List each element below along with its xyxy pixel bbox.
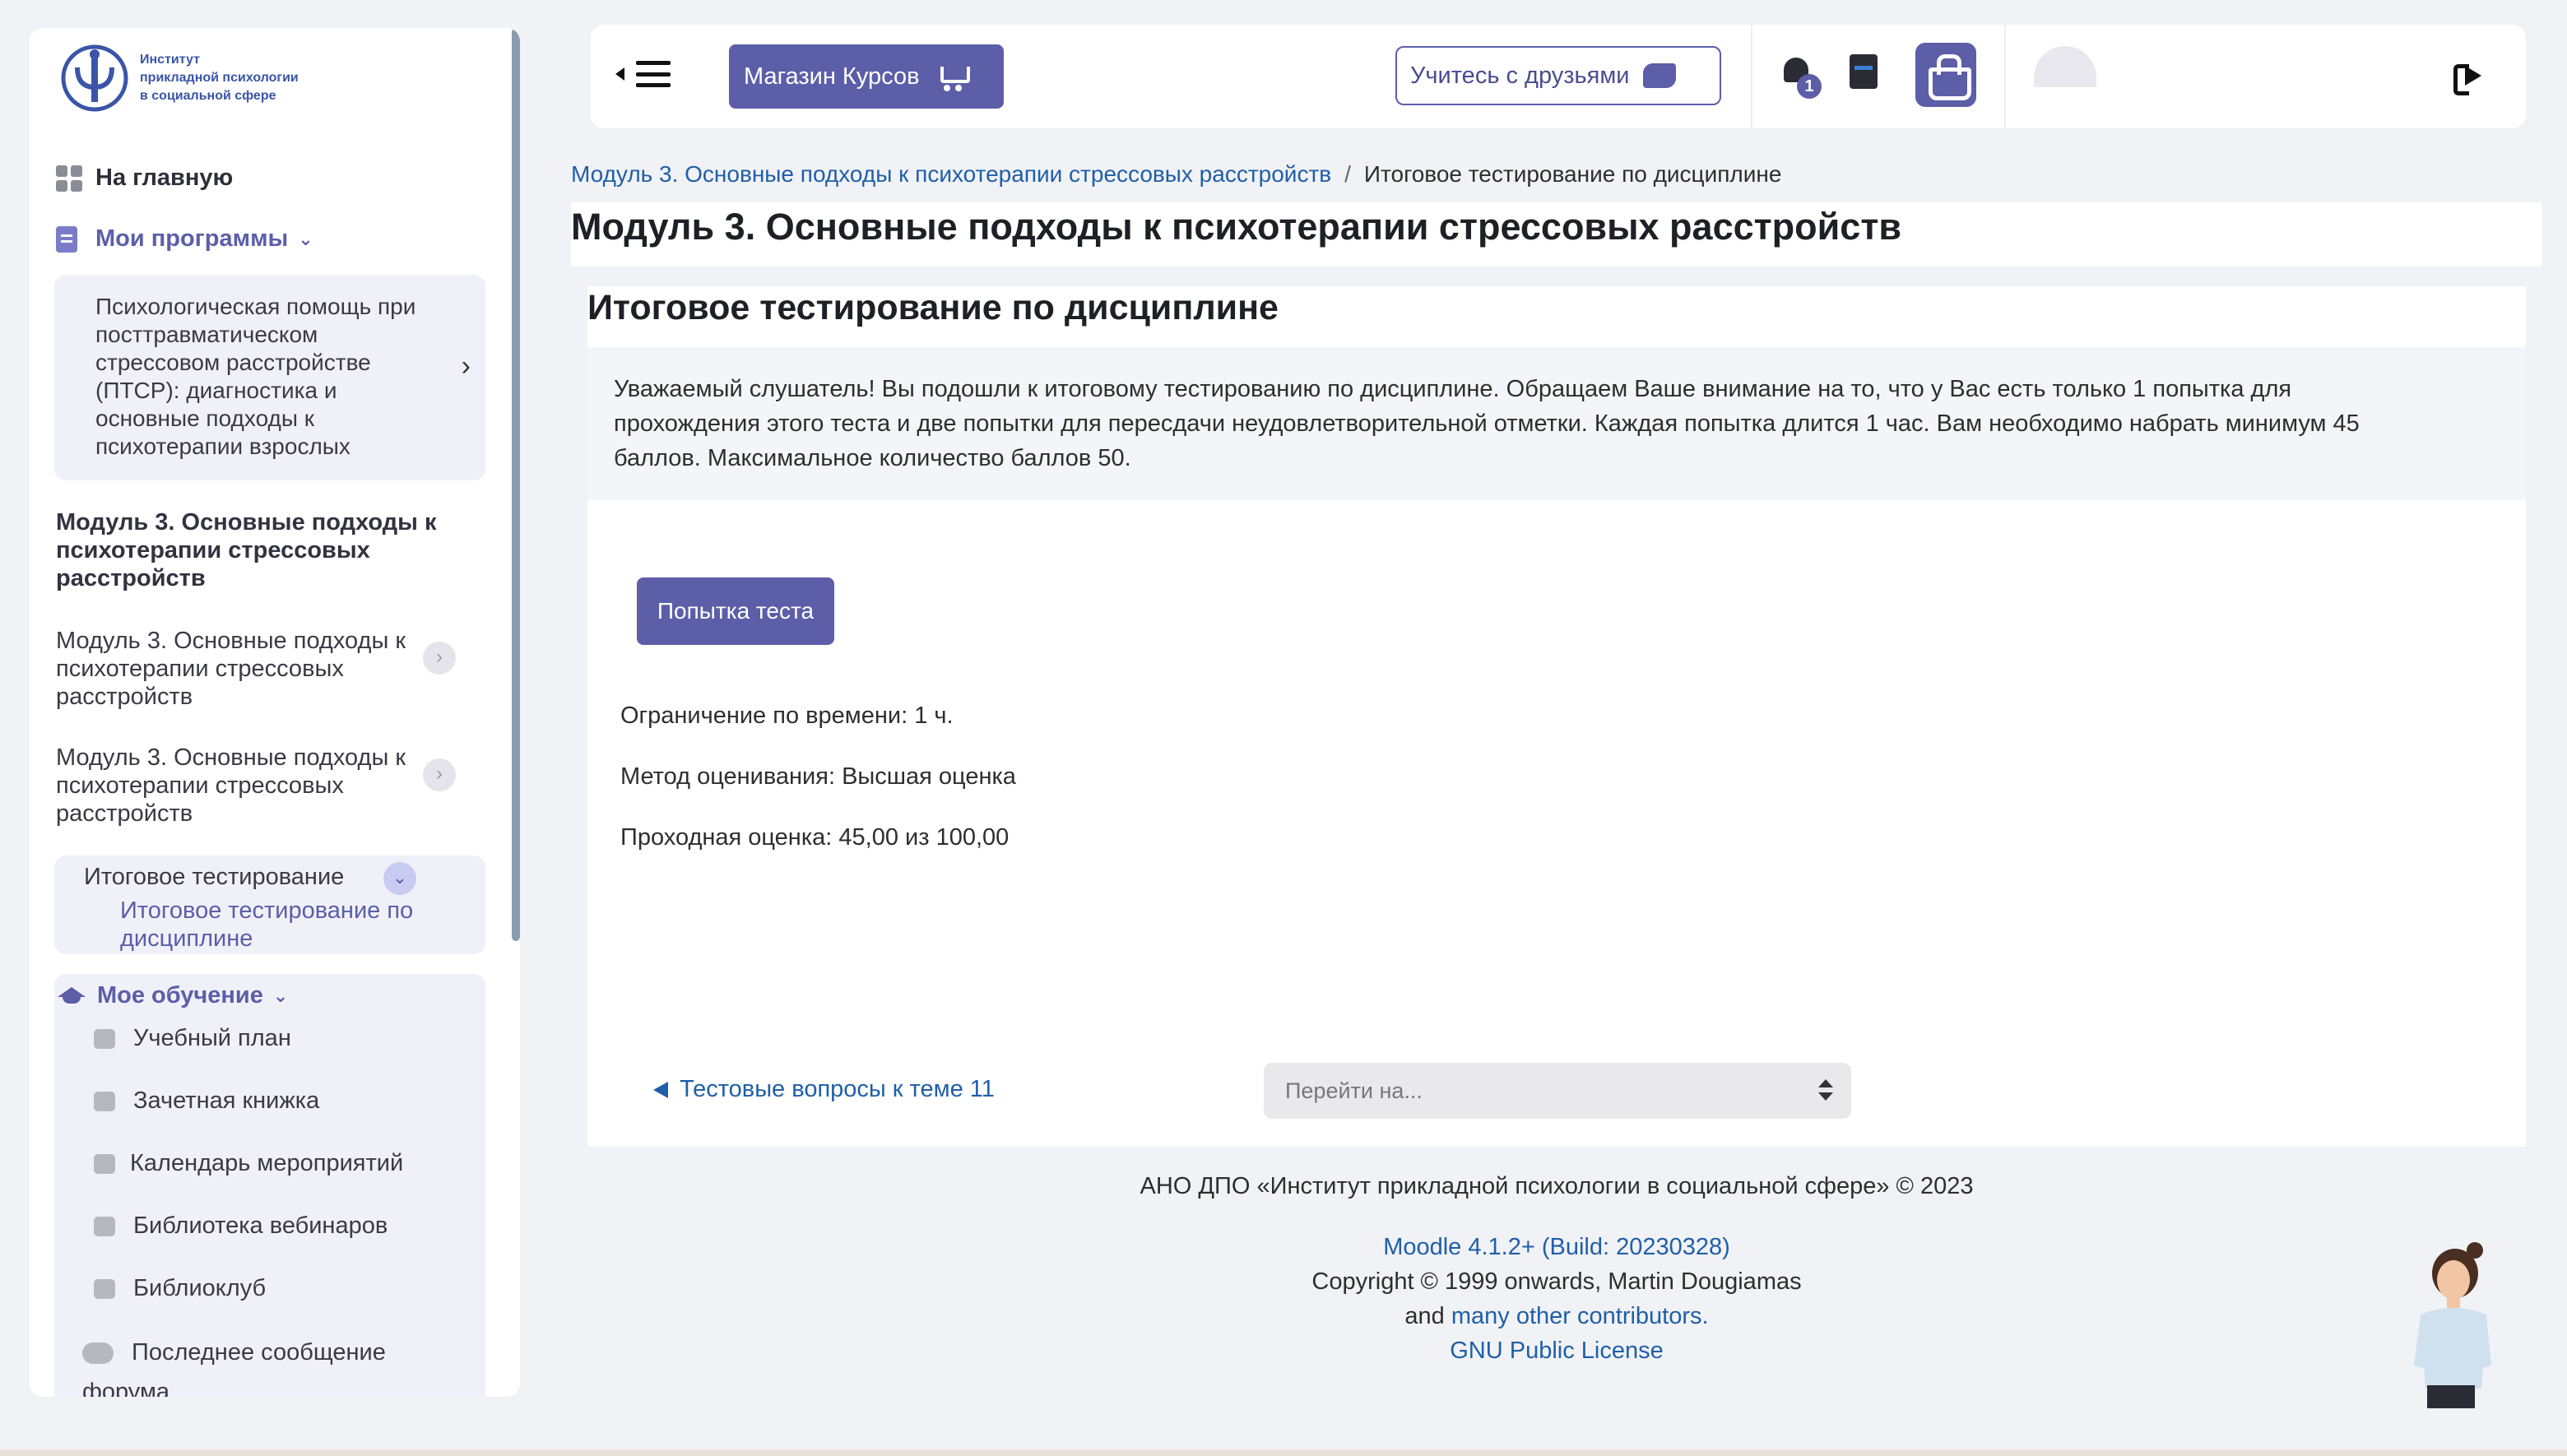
activity-title: Итоговое тестирование по дисциплине <box>587 288 1279 327</box>
previous-activity-link[interactable]: Тестовые вопросы к теме 11 <box>653 1076 995 1103</box>
breadcrumb: Модуль 3. Основные подходы к психотерапи… <box>571 161 1781 188</box>
sidebar-item-label: Последнее сообщение форума <box>82 1339 386 1397</box>
notifications-button[interactable]: 1 <box>1780 58 1822 99</box>
chevron-down-icon[interactable]: ⌄ <box>383 862 416 895</box>
friends-label: Учитесь с друзьями <box>1410 62 1630 89</box>
logo-text: Институт прикладной психологии в социаль… <box>140 53 299 103</box>
contributors-link[interactable]: many other contributors. <box>1451 1303 1709 1329</box>
assistant-character-icon[interactable] <box>2402 1240 2493 1408</box>
footer-moodle-version: Moodle 4.1.2+ (Build: 20230328) <box>587 1234 2526 1261</box>
course-shop-label: Магазин Курсов <box>744 63 920 90</box>
graduation-cap-icon <box>58 986 86 1005</box>
sidebar-item-label: Календарь мероприятий <box>130 1150 404 1176</box>
chevron-right-icon[interactable]: › <box>423 758 456 791</box>
top-navbar: Магазин Курсов Учитесь с друзьями 1 <box>591 25 2526 128</box>
arrow-left-icon <box>653 1081 668 1098</box>
logo-psi-icon <box>61 44 128 112</box>
moodle-version-link[interactable]: Moodle 4.1.2+ (Build: 20230328) <box>1383 1234 1730 1260</box>
chevron-right-icon[interactable]: › <box>423 642 456 675</box>
document-icon <box>56 225 77 253</box>
sidebar-item-learning[interactable]: Мое обучение ⌄ <box>58 982 288 1009</box>
chat-bubbles-icon <box>82 1342 114 1365</box>
program-title: Психологическая помощь при посттравматич… <box>95 294 416 459</box>
page-header: Модуль 3. Основные подходы к психотерапи… <box>571 202 2542 267</box>
footer-and: and <box>1404 1303 1445 1329</box>
time-limit-text: Ограничение по времени: 1 ч. <box>620 702 954 729</box>
breadcrumb-module-link[interactable]: Модуль 3. Основные подходы к психотерапи… <box>571 161 1331 187</box>
page-title: Модуль 3. Основные подходы к психотерапи… <box>571 206 1902 248</box>
cart-icon <box>935 62 971 91</box>
sidebar-item-calendar[interactable]: Календарь мероприятий <box>94 1150 403 1177</box>
footer-license: GNU Public License <box>587 1338 2526 1365</box>
sidebar-item-label: На главную <box>95 165 234 191</box>
window-bottom-edge <box>0 1449 2567 1456</box>
jump-to-placeholder: Перейти на... <box>1285 1078 1423 1103</box>
module-section-item[interactable]: Модуль 3. Основные подходы к психотерапи… <box>56 627 418 711</box>
handshake-icon <box>1642 63 1676 88</box>
breadcrumb-separator: / <box>1344 161 1351 187</box>
module-heading[interactable]: Модуль 3. Основные подходы к психотерапи… <box>56 508 484 592</box>
sidebar-item-biblioclub[interactable]: Библиоклуб <box>94 1275 266 1302</box>
folder-icon <box>94 1278 115 1299</box>
sidebar-item-study-plan[interactable]: Учебный план <box>94 1025 291 1052</box>
sidebar: Институт прикладной психологии в социаль… <box>30 28 520 1397</box>
sidebar-item-label: Зачетная книжка <box>133 1087 320 1114</box>
select-arrows-icon <box>1818 1079 1833 1102</box>
chevron-down-icon: ⌄ <box>272 985 289 1006</box>
study-plan-icon <box>94 1028 115 1049</box>
course-shop-button[interactable]: Магазин Курсов <box>729 44 1004 109</box>
module-section-item[interactable]: Модуль 3. Основные подходы к психотерапи… <box>56 744 418 828</box>
previous-activity-label: Тестовые вопросы к теме 11 <box>680 1076 995 1102</box>
sidebar-item-label: Библиотека вебинаров <box>133 1213 388 1239</box>
final-section-label[interactable]: Итоговое тестирование <box>84 864 344 891</box>
license-link[interactable]: GNU Public License <box>1450 1338 1664 1364</box>
final-test-section: Итоговое тестирование ⌄ Итоговое тестиро… <box>54 856 485 954</box>
jump-to-select[interactable]: Перейти на... <box>1264 1063 1851 1119</box>
sidebar-item-label: Учебный план <box>133 1025 291 1051</box>
collapse-arrow-icon <box>615 67 624 81</box>
chevron-right-icon: › <box>461 350 471 382</box>
sidebar-item-label: Мои программы <box>95 225 289 252</box>
sidebar-item-home[interactable]: На главную <box>56 165 233 192</box>
pass-grade-text: Проходная оценка: 45,00 из 100,00 <box>620 824 1010 851</box>
program-card[interactable]: Психологическая помощь при посттравматич… <box>54 275 485 480</box>
chart-icon <box>94 1091 115 1111</box>
dashboard-icon <box>56 165 82 192</box>
attempt-quiz-button[interactable]: Попытка теста <box>637 577 834 645</box>
avatar[interactable] <box>2034 46 2096 87</box>
quiz-main-region: Итоговое тестирование по дисциплине Уваж… <box>587 286 2526 1147</box>
quiz-intro: Уважаемый слушатель! Вы подошли к итогов… <box>587 347 2526 500</box>
sidebar-toggle-button[interactable] <box>615 61 671 87</box>
sidebar-item-gradebook[interactable]: Зачетная книжка <box>94 1087 319 1115</box>
sidebar-item-webinars[interactable]: Библиотека вебинаров <box>94 1213 388 1240</box>
quiz-intro-text: Уважаемый слушатель! Вы подошли к итогов… <box>614 376 2360 471</box>
grading-method-text: Метод оценивания: Высшая оценка <box>620 763 1016 790</box>
folder-icon <box>94 1216 115 1236</box>
divider <box>1751 25 1752 128</box>
chevron-down-icon: ⌄ <box>298 228 313 249</box>
sidebar-item-forum[interactable]: Последнее сообщение форума <box>82 1333 477 1397</box>
site-logo[interactable]: Институт прикладной психологии в социаль… <box>61 44 299 112</box>
notification-badge: 1 <box>1797 74 1822 99</box>
messages-icon[interactable] <box>1850 54 1878 89</box>
footer-org: АНО ДПО «Институт прикладной психологии … <box>1140 1173 1974 1199</box>
logout-icon[interactable] <box>2453 61 2486 95</box>
footer-contributors: and many other contributors. <box>587 1303 2526 1330</box>
sidebar-item-label: Библиоклуб <box>133 1275 267 1301</box>
study-with-friends-button[interactable]: Учитесь с друзьями <box>1395 46 1721 105</box>
sidebar-scrollbar[interactable] <box>512 28 520 941</box>
final-test-link[interactable]: Итоговое тестирование по дисциплине <box>120 897 482 953</box>
sidebar-item-programs[interactable]: Мои программы ⌄ <box>56 225 313 253</box>
divider <box>2004 25 2006 128</box>
sidebar-item-label: Мое обучение <box>97 982 263 1009</box>
basket-button[interactable] <box>1915 43 1976 107</box>
footer-copyright: Copyright © 1999 onwards, Martin Dougiam… <box>1311 1268 1802 1295</box>
calendar-icon <box>94 1153 115 1174</box>
breadcrumb-current: Итоговое тестирование по дисциплине <box>1363 161 1782 187</box>
hamburger-icon <box>636 61 671 87</box>
